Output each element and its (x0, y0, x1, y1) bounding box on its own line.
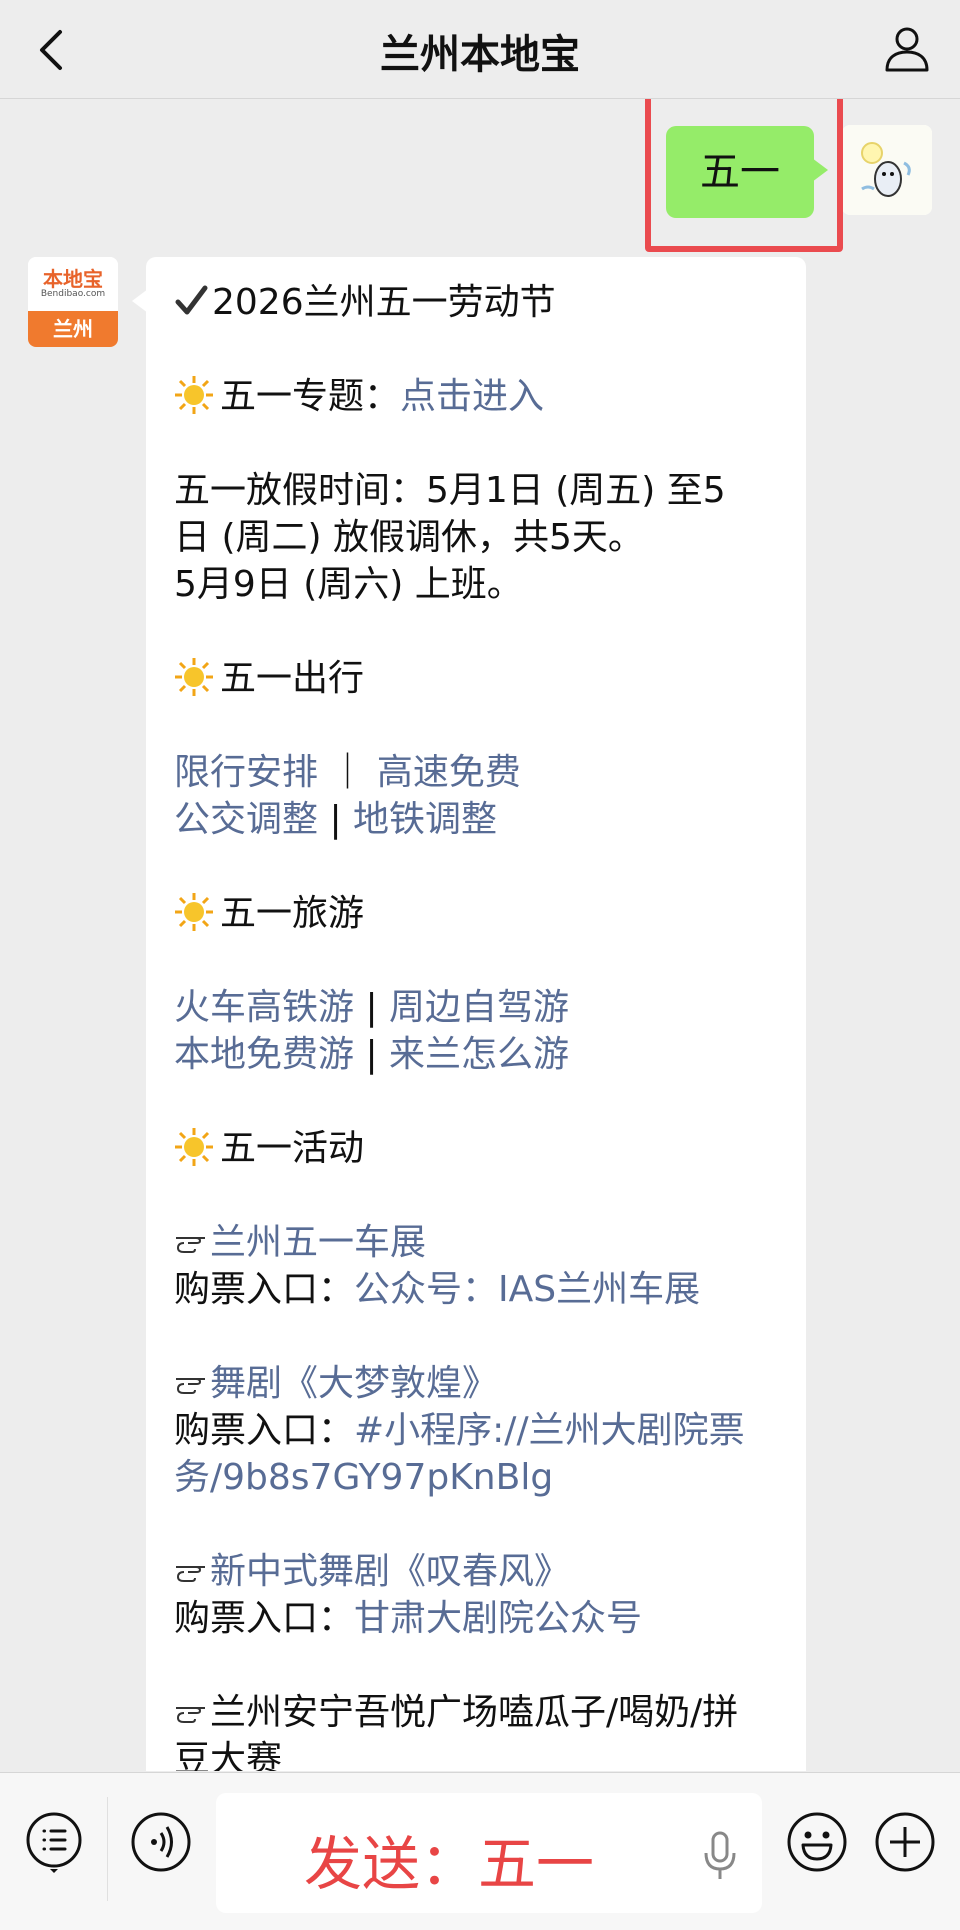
message-title: 2026兰州五一劳动节 (212, 282, 556, 323)
activity-heading-line: 五一活动 (174, 1125, 778, 1172)
event-2-line: 舞剧《大梦敦煌》 (174, 1360, 778, 1407)
travel-heading-line: 五一出行 (174, 655, 778, 702)
my-avatar[interactable] (842, 125, 932, 215)
topic-prefix: 五一专题： (220, 376, 401, 417)
topic-link[interactable]: 点击进入 (400, 376, 544, 417)
travel-links-line-1: 限行安排 ｜ 高速免费 (174, 749, 778, 796)
bot-avatar[interactable]: 本地宝 Bendibao.com 兰州 (28, 257, 118, 347)
topic-line: 五一专题：点击进入 (174, 373, 778, 420)
event-2-ticket[interactable]: #小程序://兰州大剧院票 (354, 1410, 745, 1451)
link-separator: | (318, 799, 354, 840)
link-highway-free[interactable]: 高速免费 (377, 752, 521, 793)
event-3-line: 新中式舞剧《叹春风》 (174, 1548, 778, 1595)
voice-input-icon[interactable] (130, 1811, 192, 1873)
highlight-box (645, 99, 843, 252)
pointing-hand-icon (176, 1566, 205, 1582)
link-visit-lanzhou[interactable]: 来兰怎么游 (389, 1034, 569, 1075)
check-mark-icon (175, 285, 208, 315)
event-1-line: 兰州五一车展 (174, 1219, 778, 1266)
event-3-ticket[interactable]: 甘肃大剧院公众号 (354, 1598, 642, 1639)
event-2-name[interactable]: 舞剧《大梦敦煌》 (210, 1363, 498, 1404)
link-separator: | (354, 987, 390, 1028)
logo-city: 兰州 (28, 311, 118, 347)
chat-title: 兰州本地宝 (380, 32, 580, 78)
input-text: 发送：五一 (303, 1830, 594, 1898)
event-2-ticket-line: 购票入口：#小程序://兰州大剧院票 (174, 1407, 778, 1454)
ticket-label: 购票入口： (174, 1269, 355, 1310)
event-4-name: 兰州安宁吾悦广场嗑瓜子/喝奶/拼 (210, 1692, 739, 1733)
event-1-name[interactable]: 兰州五一车展 (210, 1222, 426, 1263)
message-input[interactable]: 发送：五一 (216, 1793, 762, 1913)
tour-heading: 五一旅游 (220, 893, 365, 934)
holiday-text-1: 五一放假时间：5月1日 (周五) 至5 (174, 470, 726, 511)
logo-subtext: Bendibao.com (40, 289, 106, 299)
holiday-text-3: 5月9日 (周六) 上班。 (174, 564, 523, 605)
bot-message-bubble: 2026兰州五一劳动节 五一专题：点击进入 五一放假时间：5月1日 (周五) 至… (132, 257, 806, 1771)
plus-icon[interactable] (874, 1811, 936, 1873)
emoji-icon[interactable] (786, 1811, 848, 1873)
link-traffic-restriction[interactable]: 限行安排 (174, 752, 318, 793)
profile-icon[interactable] (882, 24, 932, 74)
event-4-line: 兰州安宁吾悦广场嗑瓜子/喝奶/拼 (174, 1689, 778, 1736)
input-toolbar: 发送：五一 (0, 1772, 960, 1930)
link-train-tour[interactable]: 火车高铁游 (174, 987, 354, 1028)
toolbar-divider (107, 1797, 108, 1901)
microphone-icon[interactable] (702, 1831, 738, 1881)
logo-text: 本地宝 (43, 267, 103, 291)
nav-bar: 兰州本地宝 (0, 0, 960, 99)
tour-links-line-1: 火车高铁游 | 周边自驾游 (174, 984, 778, 1031)
link-bus-adjustment[interactable]: 公交调整 (174, 799, 318, 840)
sun-icon (175, 893, 213, 931)
message-title-line: 2026兰州五一劳动节 (174, 279, 778, 326)
pointing-hand-icon (176, 1378, 205, 1394)
event-1-ticket[interactable]: 公众号：IAS兰州车展 (354, 1269, 700, 1310)
penguin-avatar-icon (842, 125, 932, 215)
event-2-ticket-cont[interactable]: 务/9b8s7GY97pKnBlg (174, 1454, 778, 1501)
tour-links-line-2: 本地免费游 | 来兰怎么游 (174, 1031, 778, 1078)
ticket-label: 购票入口： (174, 1598, 355, 1639)
sun-icon (175, 376, 213, 414)
event-4-name-cont: 豆大赛 (174, 1739, 283, 1771)
ticket-label: 购票入口： (174, 1410, 355, 1451)
travel-heading: 五一出行 (220, 658, 365, 699)
link-free-local-tour[interactable]: 本地免费游 (174, 1034, 354, 1075)
link-separator: | (354, 1034, 390, 1075)
link-separator: ｜ (318, 752, 377, 793)
pointing-hand-icon (176, 1237, 205, 1253)
activity-heading: 五一活动 (220, 1128, 365, 1169)
sun-icon (175, 658, 213, 696)
chat-area[interactable]: 五一 本地宝 Bendibao.com 兰州 2026兰州五一劳动节 五一专题：… (0, 99, 960, 1771)
link-metro-adjustment[interactable]: 地铁调整 (353, 799, 497, 840)
travel-links-line-2: 公交调整 | 地铁调整 (174, 796, 778, 843)
holiday-text-2: 日 (周二) 放假调休，共5天。 (174, 517, 644, 558)
event-3-name[interactable]: 新中式舞剧《叹春风》 (210, 1551, 570, 1592)
pointing-hand-icon (176, 1707, 205, 1723)
tour-heading-line: 五一旅游 (174, 890, 778, 937)
event-1-ticket-line: 购票入口：公众号：IAS兰州车展 (174, 1266, 778, 1313)
menu-list-icon[interactable] (23, 1811, 85, 1873)
link-self-drive-tour[interactable]: 周边自驾游 (389, 987, 569, 1028)
sun-icon (175, 1128, 213, 1166)
event-3-ticket-line: 购票入口：甘肃大剧院公众号 (174, 1595, 778, 1642)
